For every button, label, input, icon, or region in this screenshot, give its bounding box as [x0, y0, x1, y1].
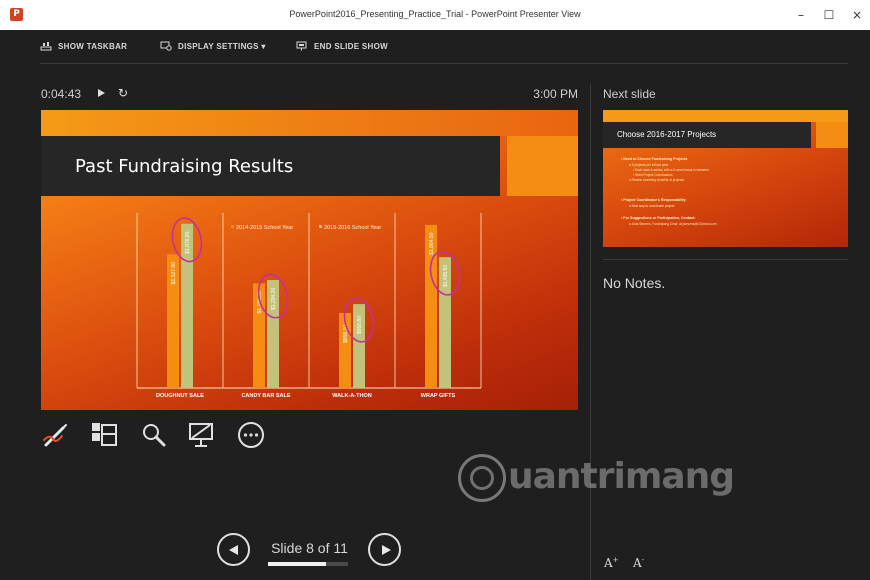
- legend-entry: 2014-2015 School Year: [236, 225, 293, 231]
- current-time: 3:00 PM: [533, 87, 578, 101]
- bar-data-label: $1,495.50: [443, 265, 449, 287]
- close-button[interactable]: ×: [846, 6, 868, 24]
- see-all-slides-button[interactable]: [90, 420, 120, 450]
- legend-entry: 2015-2016 School Year: [324, 225, 381, 231]
- taskbar-icon: [40, 42, 52, 51]
- magnifier-icon: [143, 424, 166, 447]
- next-slide-button[interactable]: [368, 533, 401, 566]
- slide-counter[interactable]: Slide 8 of 11: [262, 540, 357, 556]
- increase-font-button[interactable]: A+: [604, 556, 619, 570]
- end-slide-show-button[interactable]: END SLIDE SHOW: [296, 41, 388, 51]
- ellipsis-icon: [238, 422, 264, 448]
- category-label: WALK-A-THON: [332, 393, 371, 399]
- bar-data-label: $1,876.80: [185, 231, 191, 253]
- next-slide-subbullet: o Best way to coordinate project: [629, 204, 675, 208]
- next-slide-accent: [816, 122, 848, 148]
- watermark-logo: uantrimang: [458, 448, 758, 508]
- legend-swatch: [231, 225, 234, 228]
- minimize-button[interactable]: –: [790, 6, 812, 24]
- play-icon[interactable]: [98, 89, 105, 97]
- next-slide-subbullet: o Review monetary benefits of projects: [629, 178, 684, 182]
- pen-icon: [43, 424, 67, 447]
- speaker-notes: No Notes.: [603, 275, 666, 291]
- next-slide-title: Choose 2016-2017 Projects: [617, 130, 717, 139]
- next-slide-preview[interactable]: Choose 2016-2017 Projects • Need to Choo…: [603, 110, 848, 247]
- next-slide-bullet: • Need to Choose Fundraising Projects: [621, 157, 688, 161]
- screen-icon: [189, 423, 213, 447]
- bar-data-label: $1,527.80: [171, 262, 177, 284]
- increase-font-label: A: [604, 556, 613, 570]
- display-settings-button[interactable]: DISPLAY SETTINGS ▾: [160, 41, 266, 51]
- slide-progress-fill: [268, 562, 327, 566]
- grid-icon: [92, 423, 117, 446]
- more-options-button[interactable]: [236, 420, 266, 450]
- category-label: WRAP GIFTS: [421, 393, 456, 399]
- watermark-inner-circle: [470, 466, 494, 490]
- zoom-button[interactable]: [139, 420, 169, 450]
- next-slide-subbullet: o Julia Stevens, Fundraising Chair, at j…: [629, 222, 717, 226]
- maximize-button[interactable]: ☐: [818, 6, 840, 24]
- next-slide-subbullet: • Need Project Coordinators: [633, 173, 673, 177]
- bar-data-label: $958.80: [357, 316, 363, 334]
- next-slide-band: [603, 110, 848, 122]
- pen-tool-button[interactable]: [41, 420, 71, 450]
- display-settings-label: DISPLAY SETTINGS ▾: [178, 42, 266, 51]
- category-label: CANDY BAR SALE: [241, 393, 290, 399]
- fundraising-bar-chart: 2014-2015 School Year 2015-2016 School Ye…: [136, 213, 482, 399]
- reset-timer-icon[interactable]: ↻: [118, 86, 128, 100]
- previous-slide-button[interactable]: [217, 533, 250, 566]
- next-slide-bullet: • Project Coordinator's Responsibility:: [621, 198, 687, 202]
- bar-data-label: $1,234.20: [271, 288, 277, 310]
- end-show-icon: [296, 41, 307, 51]
- next-slide-bullet: • For Suggestions or Participation, Cont…: [621, 216, 696, 220]
- window-title: PowerPoint2016_Presenting_Practice_Trial…: [289, 9, 581, 19]
- notes-divider: [603, 259, 848, 260]
- next-slide-label: Next slide: [603, 87, 656, 101]
- presenter-toolbar: SHOW TASKBAR DISPLAY SETTINGS ▾ END SLID…: [0, 30, 870, 64]
- category-label: DOUGHNUT SALE: [156, 393, 204, 399]
- end-slide-show-label: END SLIDE SHOW: [314, 42, 388, 51]
- next-slide-subbullet: o 3 projects per school year: [629, 163, 669, 167]
- decrease-font-button[interactable]: A-: [633, 556, 644, 570]
- title-bar: P PowerPoint2016_Presenting_Practice_Tri…: [0, 0, 870, 30]
- chevron-left-icon: [229, 545, 238, 555]
- show-taskbar-label: SHOW TASKBAR: [58, 42, 128, 51]
- slide-progress-bar: [268, 562, 348, 566]
- elapsed-timer: 0:04:43: [41, 87, 82, 101]
- show-taskbar-button[interactable]: SHOW TASKBAR: [40, 41, 127, 51]
- legend-swatch: [319, 225, 322, 228]
- chevron-right-icon: [382, 545, 391, 555]
- toolbar-divider: [40, 63, 848, 64]
- next-slide-subbullet: • Each lasts 6 weeks, with a 2-week brea…: [633, 168, 709, 172]
- display-settings-icon: [160, 41, 172, 51]
- black-screen-button[interactable]: [187, 420, 217, 450]
- bar-data-label: $1,864.50: [429, 232, 435, 254]
- current-slide[interactable]: Past Fundraising Results 2014-2015 Schoo…: [41, 110, 578, 410]
- watermark-text: uantrimang: [508, 456, 735, 497]
- decrease-font-label: A: [633, 556, 642, 570]
